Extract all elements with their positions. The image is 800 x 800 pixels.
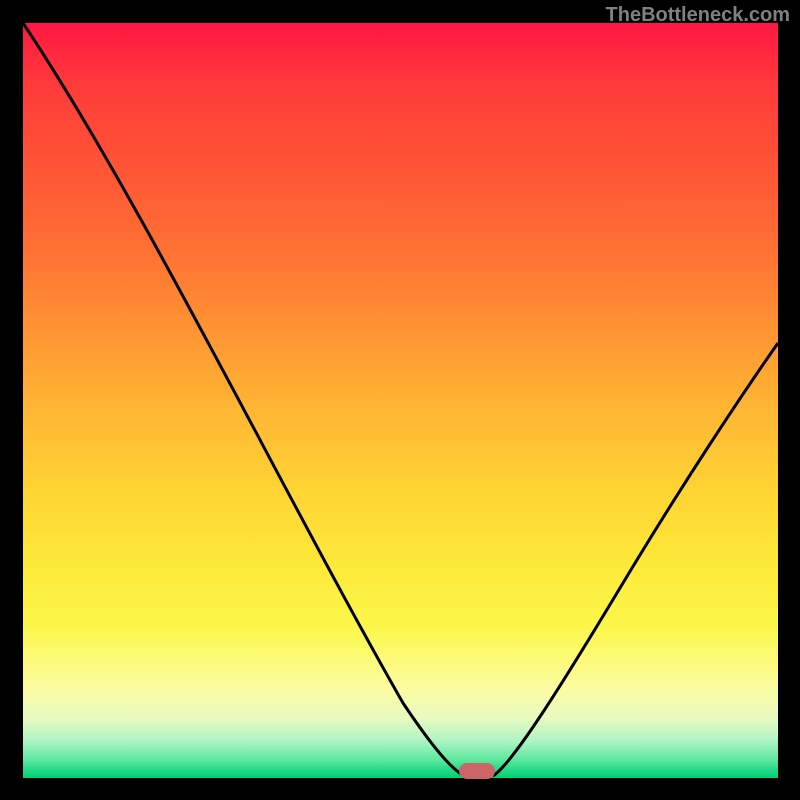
curve-layer [23,23,778,778]
watermark-text: TheBottleneck.com [606,4,790,27]
left-curve [23,23,465,776]
bottleneck-marker [459,763,495,779]
chart-container: TheBottleneck.com [0,0,800,800]
right-curve [493,343,778,776]
plot-area [23,23,778,778]
